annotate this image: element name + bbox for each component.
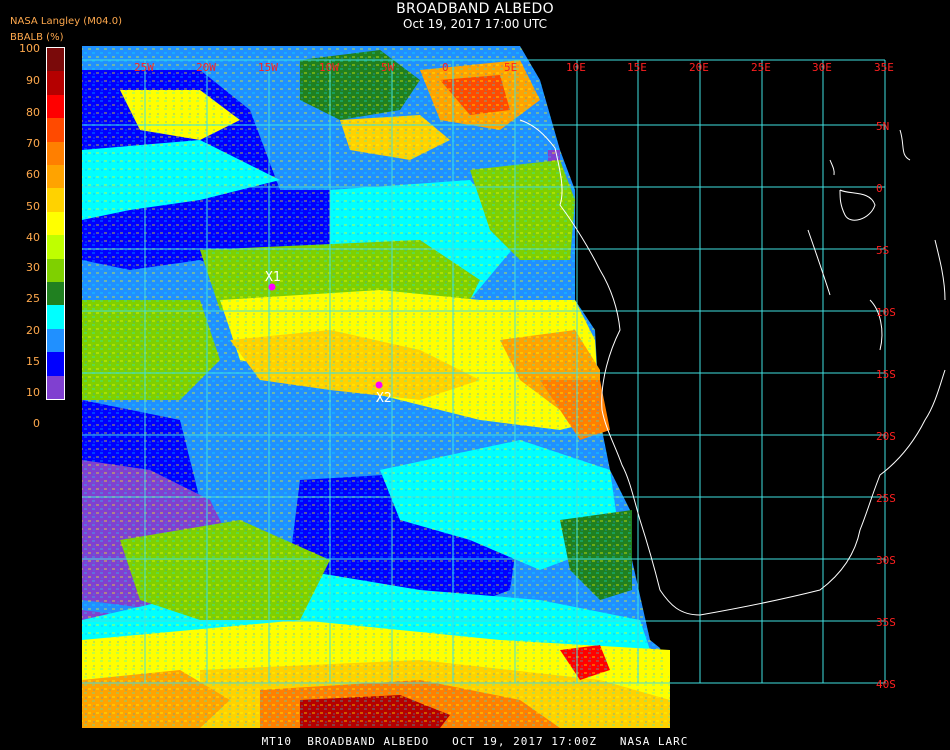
footer-caption: MT10 BROADBAND ALBEDO OCT 19, 2017 17:00… <box>261 735 689 748</box>
longitude-label: 25E <box>751 61 771 74</box>
latitude-label: 5S <box>876 244 889 257</box>
colorbar-segment <box>47 328 64 353</box>
albedo-map: X1 X2 25W 20W 15W 10W 5W 0 5E 10E 15E 20E 25E 30E 35… <box>82 46 946 728</box>
longitude-label: 35E <box>874 61 894 74</box>
latitude-label: 25S <box>876 492 896 505</box>
colorbar-tick-label: 70 <box>26 137 40 150</box>
colorbar-segment <box>47 71 64 95</box>
latitude-label: 20S <box>876 430 896 443</box>
longitude-label: 5E <box>504 61 517 74</box>
colorbar-segment <box>47 282 64 306</box>
colorbar-tick-label: 100 <box>19 42 40 55</box>
colorbar-tick-label: 50 <box>26 200 40 213</box>
longitude-label: 10E <box>566 61 586 74</box>
colorbar-segment <box>47 118 64 142</box>
colorbar-segment <box>47 211 64 236</box>
latitude-label: 40S <box>876 678 896 691</box>
latitude-label: 5N <box>876 120 889 133</box>
colorbar <box>46 47 65 400</box>
colorbar-segment <box>47 48 64 72</box>
colorbar-segment <box>47 375 64 400</box>
colorbar-segment <box>47 165 64 189</box>
colorbar-tick-label: 90 <box>26 74 40 87</box>
page-subtitle: Oct 19, 2017 17:00 UTC <box>403 17 547 31</box>
colorbar-segment <box>47 94 64 119</box>
colorbar-tick-label: 25 <box>26 292 40 305</box>
longitude-label: 20W <box>196 61 216 74</box>
marker-x1-label: X1 <box>265 270 281 285</box>
colorbar-segment <box>47 141 64 166</box>
latitude-label: 10S <box>876 306 896 319</box>
longitude-label: 0 <box>442 61 449 74</box>
colorbar-tick-label: 80 <box>26 106 40 119</box>
longitude-label: 10W <box>319 61 339 74</box>
latitude-label: 30S <box>876 554 896 567</box>
colorbar-segment <box>47 305 64 329</box>
colorbar-tick-label: 15 <box>26 355 40 368</box>
longitude-label: 5W <box>381 61 395 74</box>
longitude-label: 30E <box>812 61 832 74</box>
colorbar-tick-label: 10 <box>26 386 40 399</box>
longitude-label: 20E <box>689 61 709 74</box>
colorbar-segment <box>47 352 64 376</box>
colorbar-tick-label: 0 <box>33 417 40 430</box>
marker-x2-label: X2 <box>376 391 392 406</box>
albedo-field <box>82 46 670 728</box>
colorbar-tick-label: 30 <box>26 261 40 274</box>
colorbar-tick-label: 20 <box>26 324 40 337</box>
provider-label: NASA Langley (M04.0) <box>10 16 122 27</box>
latitude-labels: 5N 0 5S 10S 15S 20S 25S 30S 35S 40S <box>876 120 896 691</box>
latitude-label: 15S <box>876 368 896 381</box>
colorbar-tick-label: 60 <box>26 168 40 181</box>
latitude-label: 35S <box>876 616 896 629</box>
page-title: BROADBAND ALBEDO <box>396 1 554 17</box>
colorbar-segment <box>47 188 64 212</box>
longitude-label: 25W <box>134 61 154 74</box>
longitude-label: 15E <box>627 61 647 74</box>
longitude-label: 15W <box>258 61 278 74</box>
colorbar-segment <box>47 258 64 283</box>
latitude-label: 0 <box>876 182 883 195</box>
colorbar-segment <box>47 235 64 259</box>
colorbar-tick-label: 40 <box>26 231 40 244</box>
